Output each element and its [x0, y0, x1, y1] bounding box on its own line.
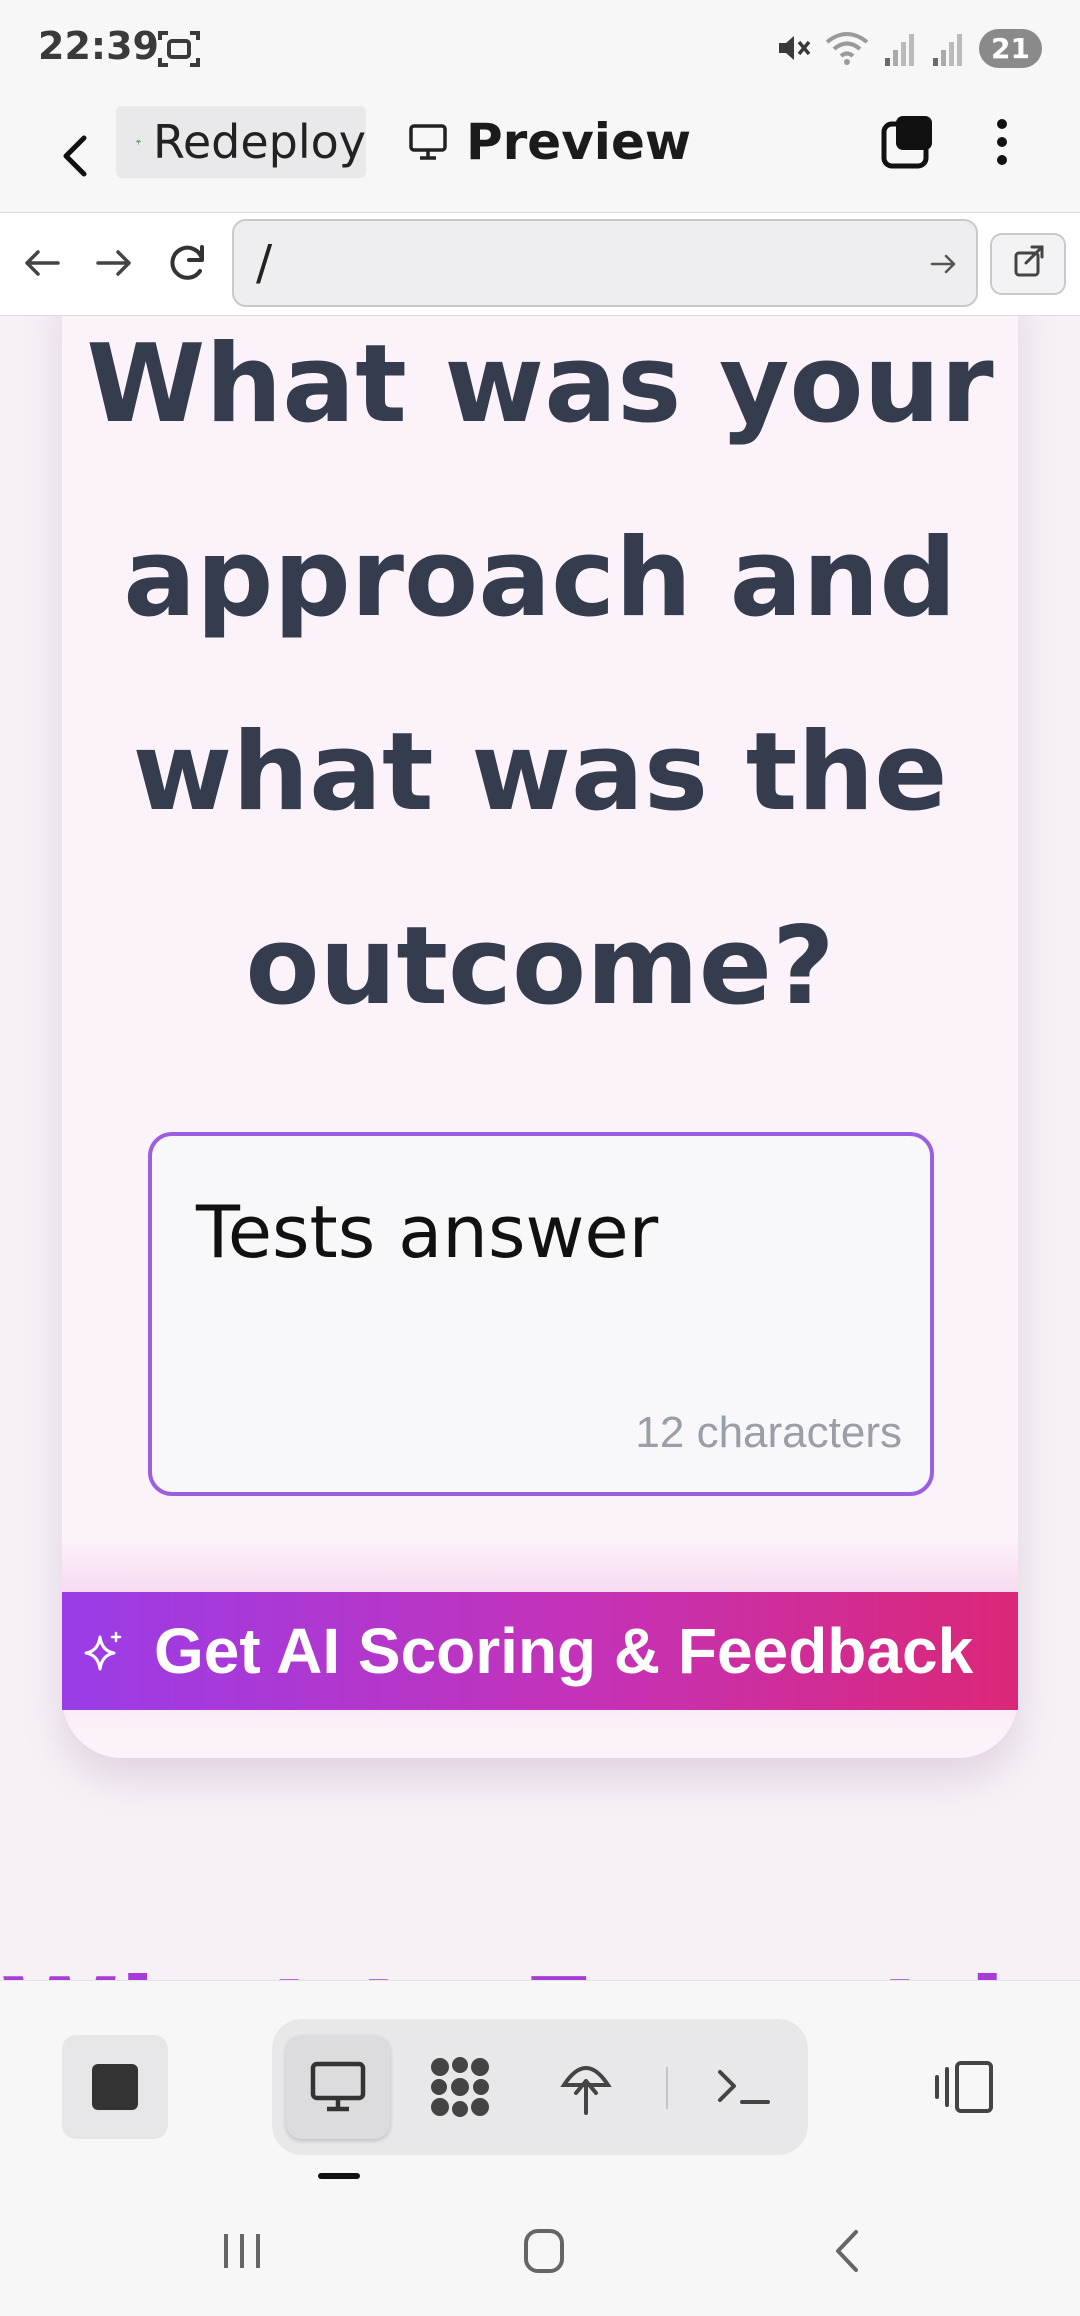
go-arrow-icon[interactable]: [926, 247, 960, 281]
wifi-icon: [825, 32, 869, 65]
signal-icon: [885, 34, 915, 66]
monitor-icon: [310, 2061, 366, 2112]
tool-terminal[interactable]: [692, 2035, 796, 2139]
panel-toggle-button[interactable]: [930, 2035, 1000, 2139]
character-count: 12 characters: [635, 1408, 902, 1457]
bottom-dock: [0, 1980, 1080, 2180]
more-options-icon[interactable]: [982, 112, 1022, 172]
section-heading: What to Expect in: [0, 1956, 1080, 1980]
stop-icon: [92, 2064, 138, 2110]
url-value: /: [256, 235, 273, 291]
web-preview: What was your approach and what was the …: [0, 316, 1080, 1980]
deploy-icon: [560, 2066, 612, 2115]
tool-deploy[interactable]: [534, 2035, 638, 2139]
battery-badge: 21: [979, 28, 1042, 68]
tool-switcher: [272, 2019, 808, 2155]
status-bar: 22:39 21: [0, 0, 1080, 98]
answer-textarea[interactable]: Tests answer 12 characters: [148, 1132, 934, 1496]
signal-icon: [933, 34, 963, 66]
system-navigation-bar: [0, 2180, 1080, 2316]
status-time: 22:39: [38, 24, 159, 68]
apps-icon: [431, 2057, 489, 2117]
reload-icon[interactable]: [162, 235, 214, 291]
system-back-icon[interactable]: [818, 2226, 878, 2276]
stop-button[interactable]: [62, 2035, 168, 2139]
terminal-icon: [718, 2070, 770, 2104]
tool-apps[interactable]: [408, 2035, 512, 2139]
external-link-icon: [1014, 245, 1044, 277]
mute-icon: [779, 36, 811, 60]
question-heading: What was your approach and what was the …: [86, 322, 994, 1029]
open-in-new-tab-button[interactable]: [990, 233, 1066, 295]
monitor-icon: [409, 124, 447, 160]
tool-preview[interactable]: [286, 2035, 390, 2139]
browser-back-icon[interactable]: [16, 235, 68, 291]
question-card: What was your approach and what was the …: [62, 316, 1018, 1758]
repl-name: Redeploy: [152, 115, 366, 169]
tool-separator: [666, 2067, 668, 2109]
split-panel-icon: [935, 2061, 993, 2113]
sparkles-icon: [84, 1631, 122, 1671]
url-input[interactable]: /: [232, 219, 978, 307]
tab-preview[interactable]: Preview: [408, 106, 691, 178]
active-tool-indicator: [318, 2173, 360, 2179]
preview-label: Preview: [466, 113, 692, 171]
home-icon[interactable]: [514, 2226, 574, 2276]
app-bar: Redeploy Preview: [0, 98, 1080, 212]
get-ai-scoring-button[interactable]: Get AI Scoring & Feedback: [62, 1592, 1018, 1710]
tabs-icon[interactable]: [880, 112, 936, 172]
cta-label: Get AI Scoring & Feedback: [154, 1615, 974, 1687]
screenshot-icon: [158, 31, 200, 67]
status-icons: 21: [775, 28, 1042, 68]
browser-forward-icon[interactable]: [88, 235, 140, 291]
repl-name-chip[interactable]: Redeploy: [116, 106, 366, 178]
recent-apps-icon[interactable]: [212, 2226, 272, 2276]
answer-value: Tests answer: [196, 1190, 659, 1274]
deploy-icon: [136, 139, 141, 145]
browser-toolbar: /: [0, 212, 1080, 316]
back-arrow-icon[interactable]: [52, 120, 96, 190]
